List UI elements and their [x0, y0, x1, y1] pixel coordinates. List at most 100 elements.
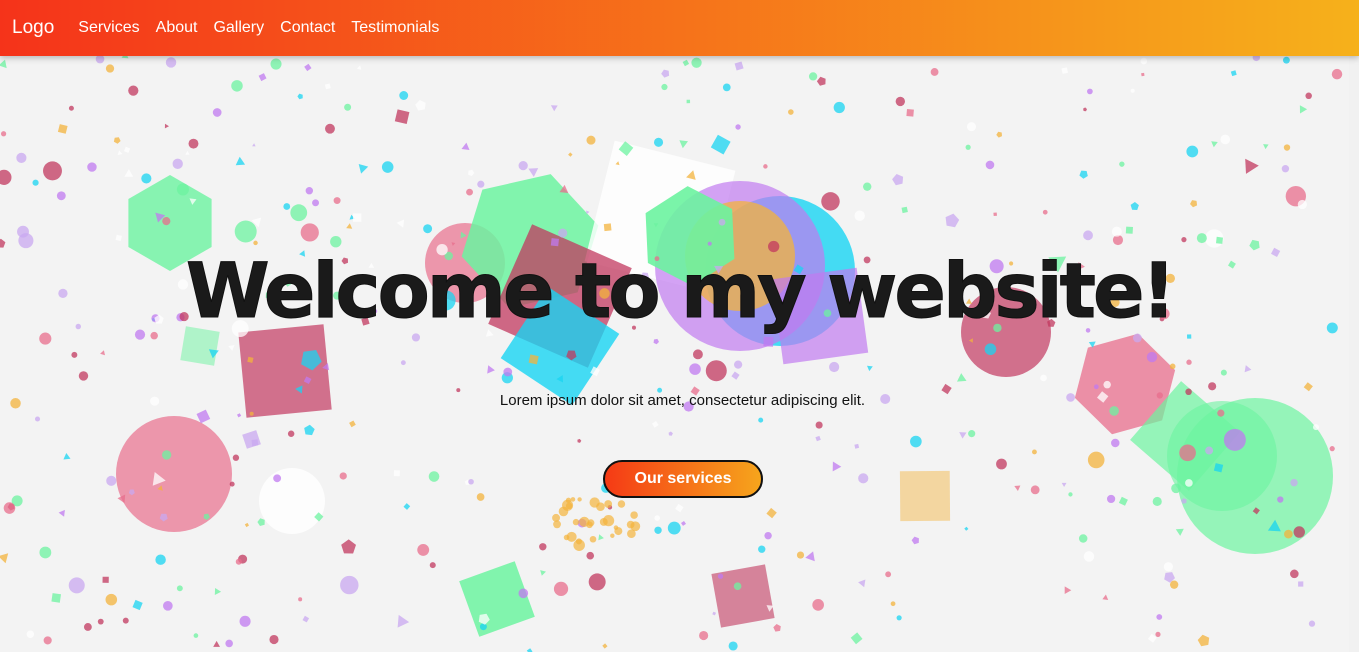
confetti-sparkle [617, 500, 626, 508]
confetti-pentagon [1083, 107, 1087, 112]
confetti-dot [34, 416, 41, 422]
confetti-dot [965, 144, 971, 150]
confetti-square [1216, 236, 1223, 244]
confetti-dot [1305, 92, 1312, 100]
navbar: Logo Services About Gallery Contact Test… [0, 0, 1359, 56]
confetti-dot [692, 349, 703, 360]
confetti-square [710, 134, 731, 155]
confetti-square [196, 409, 211, 424]
confetti-triangle [58, 509, 65, 517]
confetti-triangle [63, 453, 71, 460]
confetti-dot [235, 558, 242, 565]
confetti-triangle [1244, 365, 1252, 373]
confetti-square [766, 507, 777, 519]
confetti-pentagon [341, 539, 356, 554]
confetti-sparkle [570, 497, 576, 502]
confetti-square [1230, 70, 1237, 77]
confetti-dot [333, 197, 341, 205]
confetti-dot [417, 543, 430, 556]
confetti-dot [428, 471, 440, 482]
nav-link-contact[interactable]: Contact [280, 19, 335, 37]
confetti-sparkle [630, 521, 641, 532]
confetti-dot [553, 581, 569, 597]
confetti-sparkle [587, 519, 595, 527]
confetti-square [906, 109, 914, 117]
confetti-dot [1205, 446, 1214, 455]
confetti-dot [1040, 374, 1047, 382]
confetti-dot [339, 472, 347, 480]
confetti-dot [0, 131, 7, 137]
confetti-dot [1281, 165, 1290, 173]
confetti-dot [1308, 620, 1316, 627]
confetti-dot [269, 634, 279, 645]
confetti-square [964, 526, 969, 531]
confetti-square [1298, 581, 1304, 587]
confetti-dot [858, 473, 869, 484]
confetti-dot [1169, 363, 1176, 370]
nav-link-about[interactable]: About [156, 19, 198, 37]
confetti-dot [68, 577, 85, 594]
confetti-dot [1297, 199, 1307, 210]
confetti-triangle [235, 156, 246, 166]
confetti-dot [763, 164, 768, 169]
confetti-dot [231, 80, 243, 92]
confetti-dot [1293, 526, 1305, 538]
confetti-square [304, 63, 312, 72]
confetti-dot [833, 101, 845, 114]
confetti-dot [87, 162, 97, 172]
confetti-pentagon [911, 536, 919, 545]
confetti-dot [32, 179, 39, 186]
confetti-pentagon [468, 169, 475, 176]
confetti-dot [68, 105, 74, 111]
confetti-dot [429, 562, 436, 569]
confetti-dot [1169, 580, 1179, 589]
confetti-dot [705, 360, 727, 382]
confetti-dot [1106, 494, 1116, 504]
our-services-button[interactable]: Our services [603, 460, 763, 498]
confetti-triangle [117, 150, 123, 156]
confetti-dot [518, 588, 529, 599]
confetti-triangle [832, 461, 842, 472]
confetti-dot [305, 187, 314, 195]
confetti-triangle [1245, 158, 1259, 174]
confetti-square [394, 109, 410, 124]
confetti-dot [1083, 230, 1093, 241]
confetti-square [132, 599, 143, 611]
confetti-dot [1087, 88, 1093, 95]
confetti-dot [300, 223, 319, 242]
confetti-circle [116, 416, 232, 532]
confetti-triangle [598, 534, 604, 541]
confetti-dot [896, 615, 902, 621]
nav-link-gallery[interactable]: Gallery [213, 19, 264, 37]
confetti-dot [212, 108, 222, 117]
confetti-dot [399, 91, 409, 100]
confetti-square [568, 152, 573, 157]
confetti-triangle [540, 570, 546, 576]
confetti-pentagon [415, 100, 426, 111]
confetti-sparkle [599, 517, 608, 526]
confetti-triangle [213, 640, 220, 647]
confetti-square [901, 206, 908, 214]
confetti-dot [3, 502, 16, 514]
logo[interactable]: Logo [0, 6, 66, 50]
confetti-dot [188, 138, 199, 149]
scrollbar[interactable] [1349, 56, 1359, 652]
confetti-dot [71, 351, 78, 358]
confetti-triangle [1299, 105, 1308, 114]
confetti-dot [588, 573, 606, 591]
confetti-dot [1179, 444, 1196, 462]
nav-link-services[interactable]: Services [78, 19, 139, 37]
confetti-square [51, 593, 61, 603]
confetti-triangle [100, 350, 105, 356]
confetti-dot [808, 72, 818, 81]
confetti-triangle [1014, 485, 1021, 491]
confetti-dot [895, 96, 905, 107]
confetti-dot [176, 585, 183, 592]
confetti-dot [56, 191, 66, 201]
nav-link-testimonials[interactable]: Testimonials [351, 19, 439, 37]
confetti-dot [95, 56, 105, 64]
confetti-square [528, 354, 539, 365]
confetti-dot [43, 161, 62, 181]
confetti-dot [1220, 369, 1227, 376]
confetti-dot [105, 593, 118, 606]
